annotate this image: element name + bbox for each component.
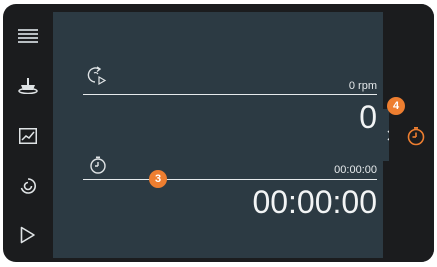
right-panel	[389, 4, 434, 262]
graph-button[interactable]	[16, 124, 40, 148]
menu-button[interactable]	[16, 24, 40, 48]
timer-divider	[83, 179, 377, 180]
callout-badge-3: 3	[149, 170, 167, 188]
callout-badge-4: 4	[387, 97, 405, 115]
speed-divider	[83, 94, 377, 95]
graph-icon	[19, 128, 37, 144]
stirrer-icon	[18, 78, 38, 94]
timer-value: 00:00:00	[252, 184, 377, 220]
main-panel: 0 rpm 0 00:00:00 00:00:00 3	[53, 12, 383, 258]
device-screen: 0 rpm 0 00:00:00 00:00:00 3 4	[3, 4, 434, 262]
sidebar	[3, 4, 53, 262]
timer-setpoint[interactable]: 00:00:00	[283, 164, 377, 176]
play-button[interactable]	[16, 223, 40, 247]
play-icon	[20, 226, 35, 244]
rotation-icon	[20, 178, 36, 194]
stirrer-button[interactable]	[16, 74, 40, 98]
timer-icon	[90, 156, 106, 174]
timer-icon[interactable]	[406, 126, 426, 146]
rotation-button[interactable]	[16, 174, 40, 198]
speed-setpoint[interactable]: 0 rpm	[283, 80, 377, 92]
speed-value: 0	[359, 99, 377, 135]
speed-play-icon	[87, 66, 107, 86]
menu-icon	[18, 29, 38, 43]
